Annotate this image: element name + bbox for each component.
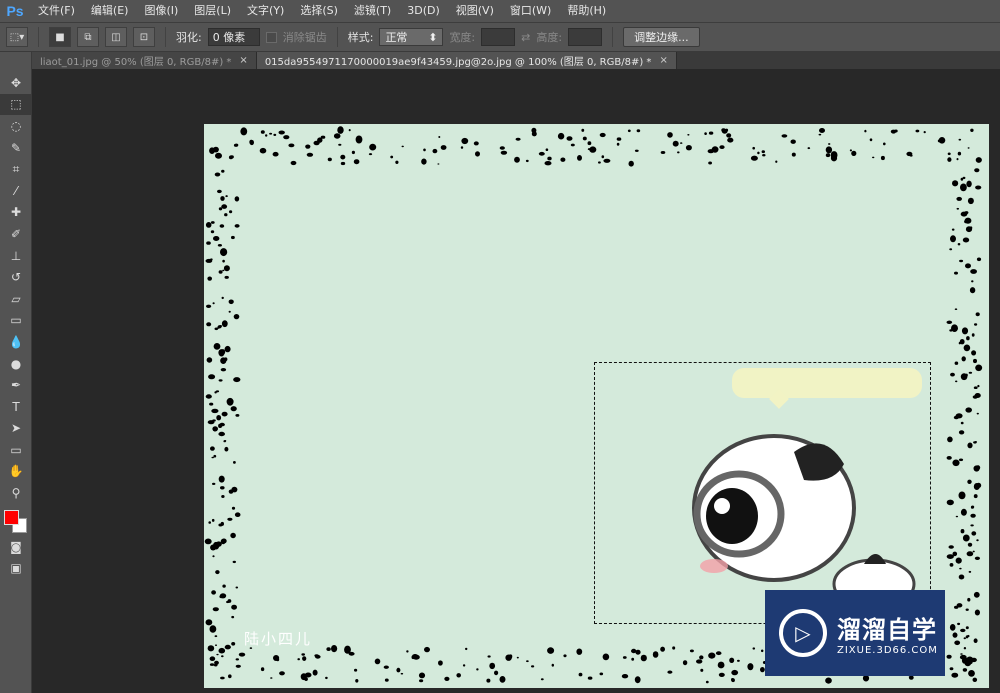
photoshop-logo[interactable]: Ps	[0, 0, 30, 22]
blur-icon[interactable]: 💧	[0, 331, 32, 353]
dodge-icon[interactable]: ●	[0, 353, 32, 375]
stamp-icon[interactable]: ⊥	[0, 245, 32, 267]
style-select[interactable]: 正常 ⬍	[379, 28, 444, 46]
divider	[38, 27, 39, 47]
crop-icon[interactable]: ⌗	[0, 158, 32, 180]
path-select-icon[interactable]: ➤	[0, 418, 32, 440]
intersect-selection-icon[interactable]: ⊡	[133, 27, 155, 47]
hand-icon[interactable]: ✋	[0, 461, 32, 483]
menu-edit[interactable]: 编辑(E)	[83, 0, 137, 22]
divider	[336, 27, 338, 47]
menu-view[interactable]: 视图(V)	[448, 0, 502, 22]
close-icon[interactable]: ×	[239, 55, 247, 66]
toolbox: ✥ ⬚ ◌ ✎ ⌗ ⁄ ✚ ✐ ⊥ ↺ ▱ ▭ 💧 ● ✒ T ➤ ▭ ✋ ⚲ …	[0, 52, 32, 693]
chevron-updown-icon: ⬍	[428, 30, 438, 44]
shape-icon[interactable]: ▭	[0, 439, 32, 461]
close-icon[interactable]: ×	[659, 55, 667, 66]
menu-image[interactable]: 图像(I)	[136, 0, 186, 22]
refine-edge-button[interactable]: 调整边缘...	[623, 27, 700, 47]
healing-icon[interactable]: ✚	[0, 202, 32, 224]
move-icon[interactable]: ✥	[0, 72, 32, 94]
tab-active-document[interactable]: 015da9554971170000019ae9f43459.jpg@2o.jp…	[256, 52, 677, 69]
document-tabs: liaot_01.jpg @ 50% (图层 0, RGB/8#) * × 01…	[32, 52, 1000, 69]
new-selection-icon[interactable]: ■	[49, 27, 71, 47]
subtract-selection-icon[interactable]: ◫	[105, 27, 127, 47]
lasso-icon[interactable]: ◌	[0, 115, 32, 137]
watermark-title: 溜溜自学	[837, 616, 937, 644]
height-label: 高度:	[536, 31, 563, 44]
antialias-checkbox[interactable]	[265, 31, 277, 43]
add-selection-icon[interactable]: ⧉	[77, 27, 99, 47]
marquee-icon[interactable]: ⬚	[0, 93, 32, 116]
menu-file[interactable]: 文件(F)	[30, 0, 83, 22]
width-label: 宽度:	[449, 31, 476, 44]
gradient-icon[interactable]: ▭	[0, 310, 32, 332]
menu-select[interactable]: 选择(S)	[292, 0, 346, 22]
feather-label: 羽化:	[176, 31, 202, 44]
menu-filter[interactable]: 滤镜(T)	[346, 0, 399, 22]
pen-icon[interactable]: ✒	[0, 374, 32, 396]
menu-3d[interactable]: 3D(D)	[399, 0, 448, 22]
divider	[165, 27, 166, 47]
quick-mask-icon[interactable]: ◙	[0, 536, 32, 558]
antialias-label: 消除锯齿	[282, 31, 327, 44]
foreground-color-swatch[interactable]	[4, 509, 19, 525]
style-value: 正常	[385, 31, 408, 44]
zoom-icon[interactable]: ⚲	[0, 482, 32, 504]
watermark-subtitle: ZIXUE.3D66.COM	[837, 645, 938, 656]
eraser-icon[interactable]: ▱	[0, 288, 32, 310]
marquee-selection[interactable]	[594, 362, 931, 624]
brush-icon[interactable]: ✐	[0, 223, 32, 245]
play-icon: ▷	[779, 609, 827, 657]
menu-type[interactable]: 文字(Y)	[239, 0, 292, 22]
eyedropper-icon[interactable]: ⁄	[0, 180, 32, 202]
tab-liaot[interactable]: liaot_01.jpg @ 50% (图层 0, RGB/8#) * ×	[32, 52, 257, 69]
watermark-badge: ▷ 溜溜自学 ZIXUE.3D66.COM	[765, 590, 945, 676]
screen-mode-icon[interactable]: ▣	[0, 557, 32, 579]
menu-window[interactable]: 窗口(W)	[502, 0, 559, 22]
swap-icon[interactable]: ⇄	[521, 31, 530, 44]
divider	[612, 27, 614, 47]
options-bar: ⬚▾ ■ ⧉ ◫ ⊡ 羽化: 0 像素 消除锯齿 样式: 正常 ⬍ 宽度: ⇄ …	[0, 22, 1000, 52]
tab-title: liaot_01.jpg @ 50% (图层 0, RGB/8#) *	[40, 57, 232, 68]
height-input[interactable]	[568, 28, 603, 46]
credit-text: 陆小四儿	[244, 630, 313, 648]
marquee-preset-icon[interactable]: ⬚▾	[6, 27, 28, 47]
menu-bar: Ps 文件(F) 编辑(E) 图像(I) 图层(L) 文字(Y) 选择(S) 滤…	[0, 0, 1000, 22]
quick-select-icon[interactable]: ✎	[0, 137, 32, 159]
menu-help[interactable]: 帮助(H)	[559, 0, 614, 22]
width-input[interactable]	[481, 28, 516, 46]
tab-title: 015da9554971170000019ae9f43459.jpg@2o.jp…	[264, 57, 652, 68]
history-brush-icon[interactable]: ↺	[0, 266, 32, 288]
feather-input[interactable]: 0 像素	[207, 28, 260, 46]
color-swatches	[0, 504, 32, 536]
menu-layer[interactable]: 图层(L)	[186, 0, 239, 22]
style-label: 样式:	[347, 31, 374, 44]
type-icon[interactable]: T	[0, 396, 32, 418]
